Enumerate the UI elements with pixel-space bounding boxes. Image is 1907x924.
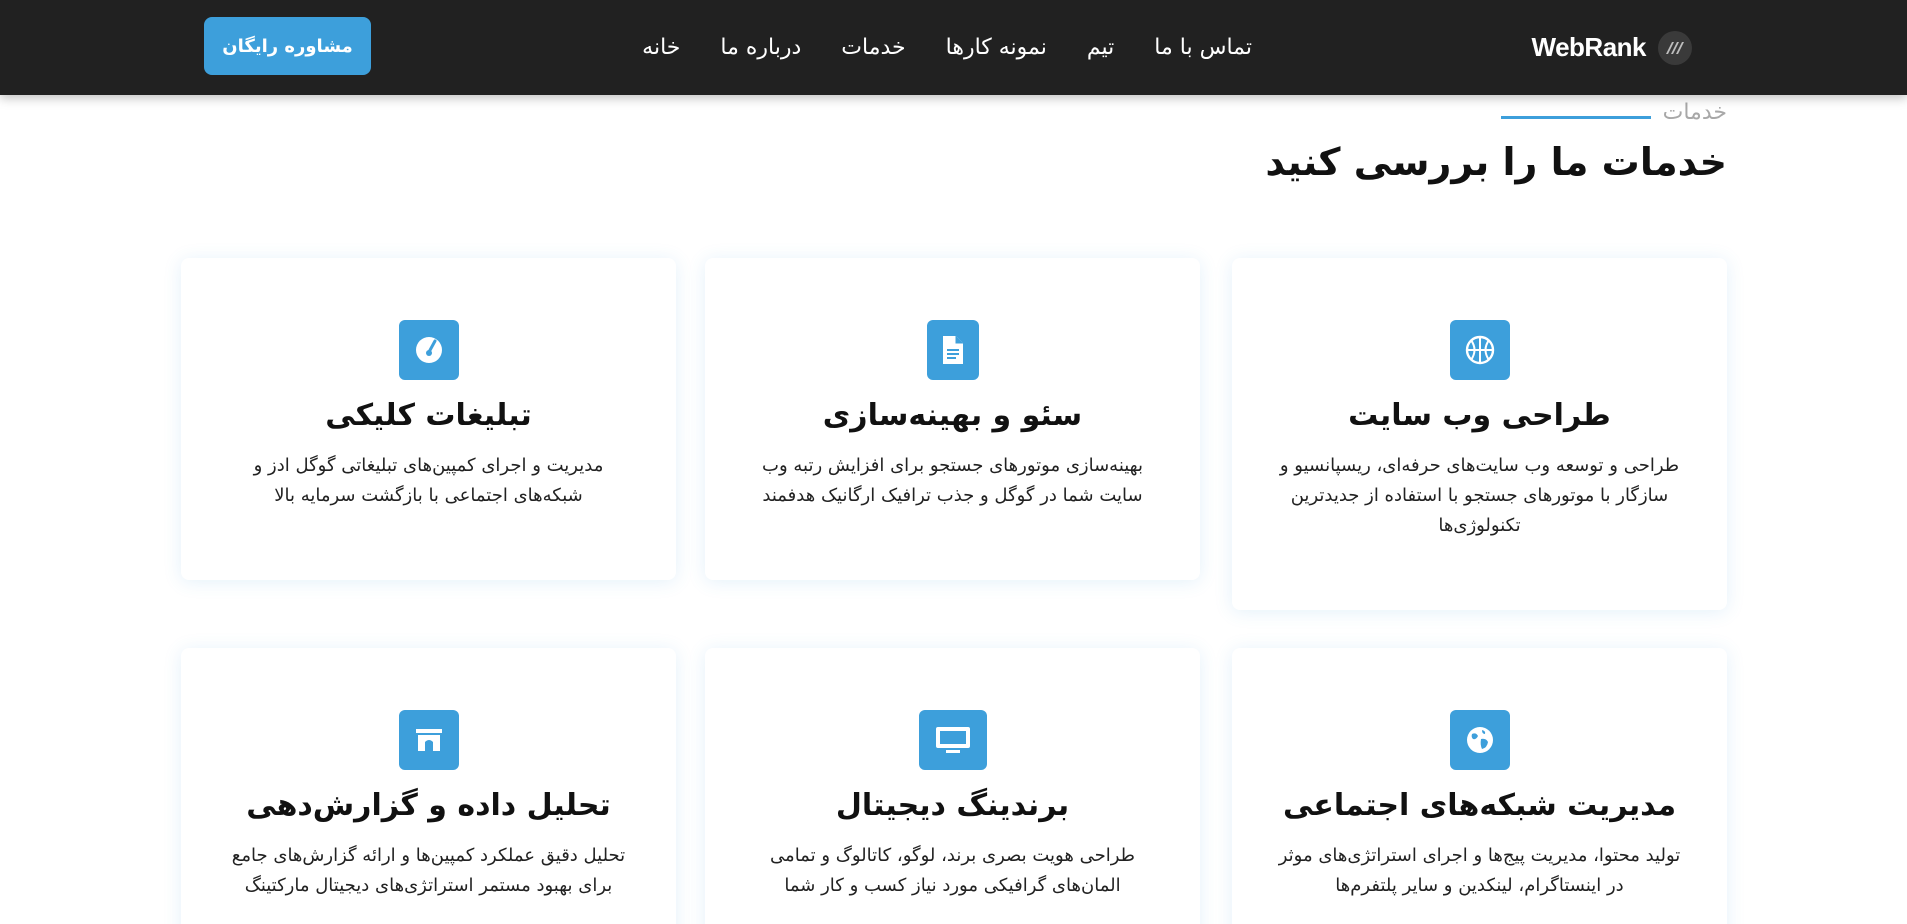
nav-link-team[interactable]: تیم [1087, 35, 1114, 60]
service-card-description: طراحی و توسعه وب سایت‌های حرفه‌ای، ریسپا… [1279, 455, 1680, 536]
service-card-title: سئو و بهینه‌سازی [822, 398, 1083, 433]
brand-name: WebRank [1531, 32, 1647, 62]
service-card-description: مدیریت و اجرای کمپین‌های تبلیغاتی گوگل ا… [253, 455, 604, 506]
free-consultation-button[interactable]: مشاوره رایگان [204, 17, 371, 75]
navbar: WebRank خانه درباره ما خدمات نمونه کارها… [0, 0, 1907, 95]
service-card-description: طراحی هویت بصری برند، لوگو، کاتالوگ و تم… [770, 845, 1135, 896]
speedometer-icon [398, 320, 459, 380]
service-card-branding[interactable]: برندینگ دیجیتال طراحی هویت بصری برند، لو… [705, 648, 1200, 924]
service-card-description: تحلیل دقیق عملکرد کمپین‌ها و ارائه گزارش… [231, 845, 626, 896]
eyebrow-divider [1500, 116, 1651, 119]
nav-link-contact[interactable]: تماس با ما [1154, 35, 1252, 60]
service-card-title: تبلیغات کلیکی [325, 398, 532, 433]
service-card-analytics[interactable]: تحلیل داده و گزارش‌دهی تحلیل دقیق عملکرد… [181, 648, 676, 924]
document-icon [926, 320, 979, 380]
service-card-seo[interactable]: سئو و بهینه‌سازی بهینه‌سازی موتورهای جست… [705, 258, 1200, 580]
basketball-icon [1449, 320, 1510, 380]
service-card-social-media[interactable]: مدیریت شبکه‌های اجتماعی تولید محتوا، مدی… [1232, 648, 1727, 924]
service-card-title: مدیریت شبکه‌های اجتماعی [1282, 788, 1677, 823]
brand[interactable]: WebRank [1531, 0, 1692, 95]
service-card-title: برندینگ دیجیتال [835, 788, 1070, 823]
nav-link-portfolio[interactable]: نمونه کارها [946, 35, 1047, 60]
section-title: خدمات ما را بررسی کنید [1265, 140, 1727, 184]
service-card-title: تحلیل داده و گزارش‌دهی [246, 788, 611, 823]
archway-icon [398, 710, 459, 770]
service-card-web-design[interactable]: طراحی وب سایت طراحی و توسعه وب سایت‌های … [1232, 258, 1727, 610]
section-eyebrow: خدمات [1500, 100, 1727, 125]
globe-icon [1449, 710, 1510, 770]
brand-logo-icon [1658, 30, 1692, 65]
nav-link-about[interactable]: درباره ما [720, 35, 801, 60]
service-card-description: بهینه‌سازی موتورهای جستجو برای افزایش رت… [762, 455, 1143, 506]
section-eyebrow-text: خدمات [1662, 100, 1727, 125]
monitor-icon [918, 710, 987, 770]
nav-menu: خانه درباره ما خدمات نمونه کارها تیم تما… [642, 0, 1252, 95]
service-card-description: تولید محتوا، مدیریت پیج‌ها و اجرای استرا… [1278, 845, 1681, 896]
service-card-ppc[interactable]: تبلیغات کلیکی مدیریت و اجرای کمپین‌های ت… [181, 258, 676, 580]
service-card-title: طراحی وب سایت [1348, 398, 1611, 433]
nav-link-home[interactable]: خانه [642, 35, 680, 60]
nav-link-services[interactable]: خدمات [841, 35, 905, 60]
